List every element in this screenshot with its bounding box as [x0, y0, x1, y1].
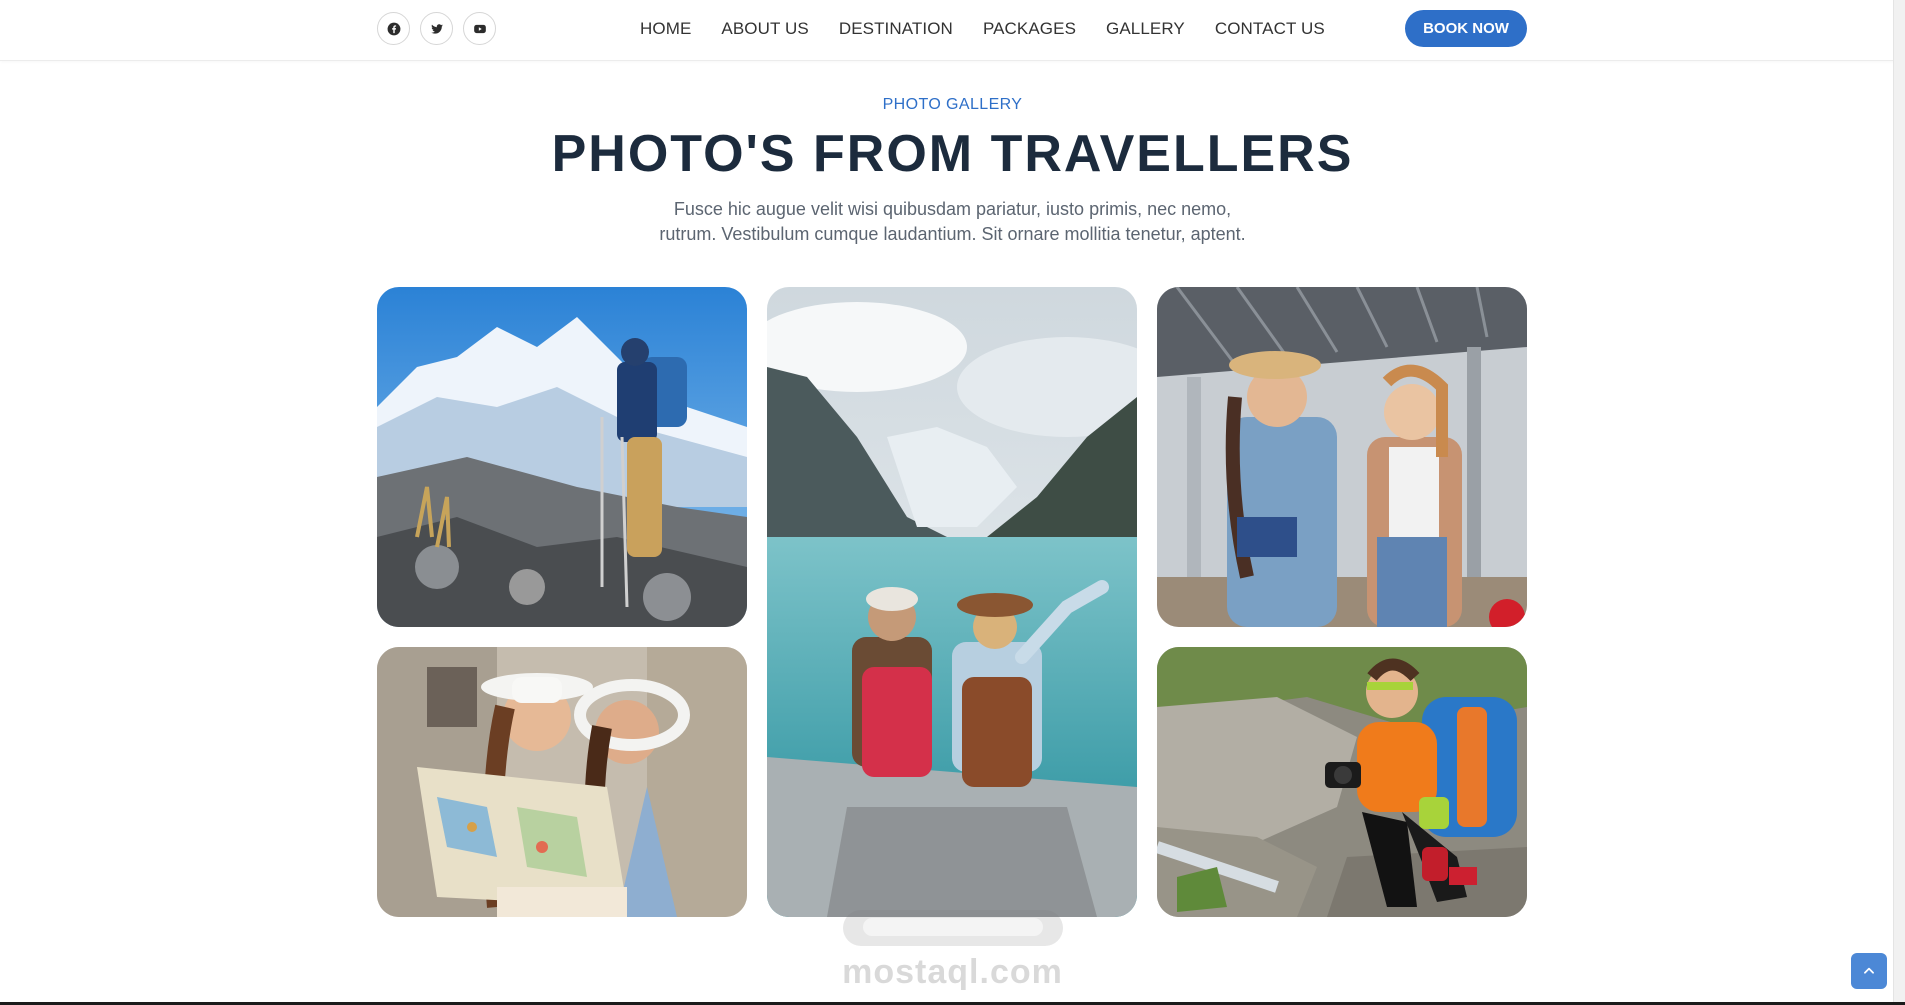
nav-contact-us[interactable]: CONTACT US	[1215, 19, 1325, 39]
travelers-station-image	[1157, 287, 1527, 627]
hiker-mountain-image	[377, 287, 747, 627]
social-links	[377, 12, 496, 45]
gallery-photo-travelers-station[interactable]	[1157, 287, 1527, 627]
watermark-text: mostaql.com	[842, 953, 1063, 991]
gallery-photo-hiker-camera[interactable]	[1157, 647, 1527, 917]
nav-destination[interactable]: DESTINATION	[839, 19, 953, 39]
nav-packages[interactable]: PACKAGES	[983, 19, 1076, 39]
gallery-photo-women-map[interactable]	[377, 647, 747, 917]
site-header: HOME ABOUT US DESTINATION PACKAGES GALLE…	[0, 0, 1905, 61]
nav-about-us[interactable]: ABOUT US	[721, 19, 808, 39]
section-eyebrow: PHOTO GALLERY	[882, 96, 1023, 113]
watermark-logo-icon	[842, 910, 1063, 946]
facebook-link[interactable]	[377, 12, 410, 45]
women-map-image	[377, 647, 747, 917]
back-to-top-button[interactable]	[1851, 953, 1887, 989]
youtube-icon	[473, 24, 486, 33]
section-description: Fusce hic augue velit wisi quibusdam par…	[640, 197, 1265, 247]
nav-gallery[interactable]: GALLERY	[1106, 19, 1185, 39]
description-line-1: Fusce hic augue velit wisi quibusdam par…	[673, 199, 1232, 219]
watermark: mostaql.com	[835, 900, 1070, 992]
chevron-up-icon	[1864, 967, 1874, 974]
facebook-icon	[387, 22, 400, 35]
section-title: PHOTO'S FROM TRAVELLERS	[551, 125, 1354, 183]
couple-lake-image	[767, 287, 1137, 917]
book-now-button[interactable]: BOOK NOW	[1405, 10, 1527, 47]
gallery-photo-hiker-mountains[interactable]	[377, 287, 747, 627]
hiker-camera-image	[1157, 647, 1527, 917]
description-line-2: rutrum. Vestibulum cumque laudantium. Si…	[659, 224, 1246, 244]
twitter-icon	[430, 23, 443, 34]
nav-home[interactable]: HOME	[640, 19, 691, 39]
gallery-photo-couple-lake[interactable]	[767, 287, 1137, 917]
twitter-link[interactable]	[420, 12, 453, 45]
main-nav: HOME ABOUT US DESTINATION PACKAGES GALLE…	[640, 0, 1325, 57]
youtube-link[interactable]	[463, 12, 496, 45]
